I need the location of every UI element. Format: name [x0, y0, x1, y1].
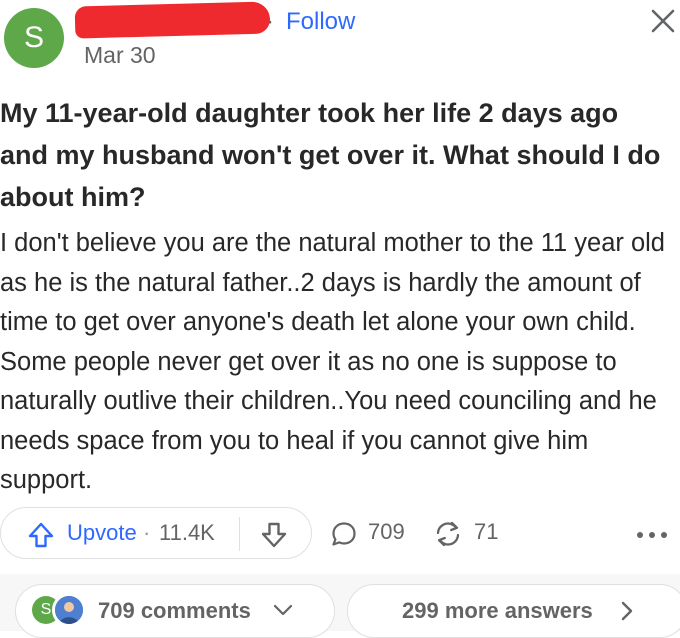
downvote-arrow-icon[interactable]	[259, 520, 289, 550]
close-icon[interactable]	[648, 6, 678, 36]
more-answers-label: 299 more answers	[402, 598, 593, 623]
user-photo-icon	[55, 596, 83, 624]
comments-toggle-button[interactable]: S 709 comments	[15, 584, 335, 638]
vote-divider	[239, 517, 240, 551]
comments-label: 709 comments	[98, 598, 251, 623]
question-title[interactable]: My 11-year-old daughter took her life 2 …	[0, 92, 672, 218]
vote-pill: Upvote · 11.4K	[0, 507, 312, 559]
chevron-right-icon	[621, 601, 633, 621]
upvote-separator: ·	[143, 520, 151, 545]
answer-date: Mar 30	[84, 42, 156, 68]
chevron-down-icon	[273, 604, 293, 616]
follow-separator: ·	[266, 8, 274, 35]
share-count: 71	[474, 519, 499, 544]
action-bar: Upvote · 11.4K 709 71	[0, 507, 680, 561]
answer-footer: S 709 comments 299 more answers	[0, 574, 680, 638]
comment-bubble-icon	[332, 522, 356, 546]
author-avatar[interactable]: S	[4, 8, 64, 68]
more-answers-button[interactable]: 299 more answers	[347, 584, 680, 638]
upvote-arrow-icon	[28, 522, 54, 548]
redacted-author-name	[74, 1, 271, 39]
follow-link[interactable]: Follow	[286, 8, 355, 36]
share-arrows-icon	[436, 521, 460, 547]
answer-header: S · Follow Mar 30	[0, 0, 680, 86]
commenter-avatar-letter: S	[40, 601, 52, 618]
commenter-avatar-photo	[52, 593, 86, 627]
author-avatar-letter: S	[23, 21, 44, 54]
answer-body: I don't believe you are the natural moth…	[0, 229, 665, 494]
more-options-icon[interactable]	[634, 531, 670, 539]
upvote-count: 11.4K	[159, 520, 215, 545]
upvote-label: Upvote	[67, 520, 137, 545]
comment-count: 709	[368, 519, 405, 544]
